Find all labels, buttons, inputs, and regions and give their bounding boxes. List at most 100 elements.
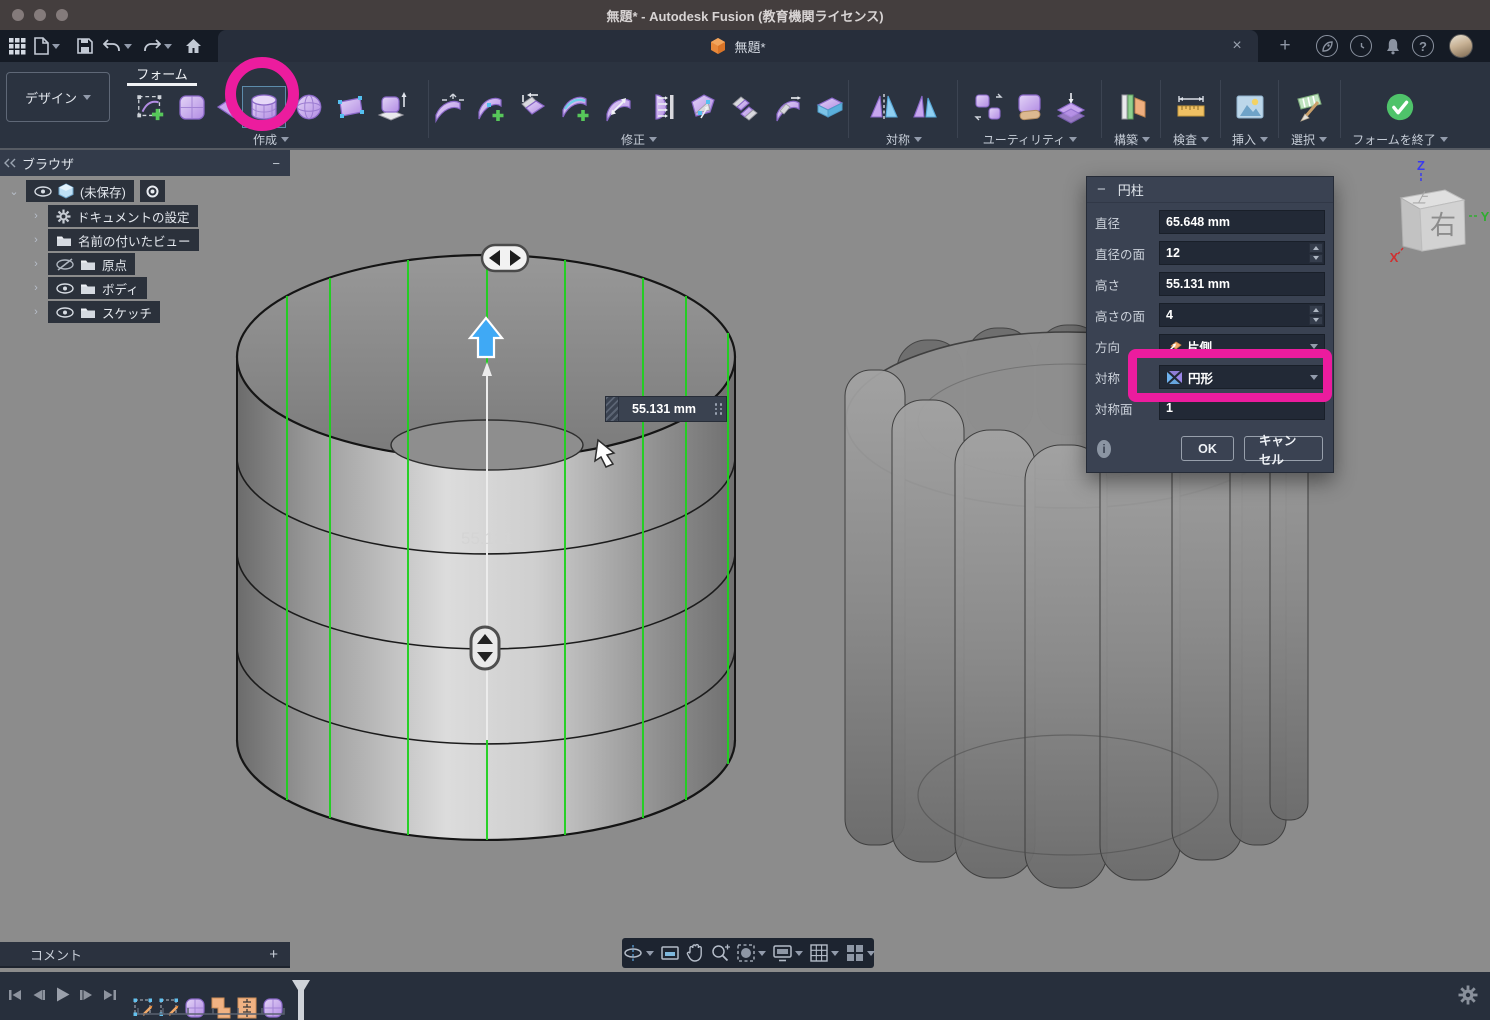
diameter-input[interactable]: 65.648 mm: [1159, 210, 1325, 234]
timeline-play-button[interactable]: [54, 986, 71, 1003]
browser-root-row[interactable]: ⌄ (未保存): [8, 180, 165, 202]
spinner-up-button[interactable]: [1309, 243, 1323, 253]
insert-image-button[interactable]: [1232, 89, 1268, 125]
info-icon[interactable]: i: [1097, 440, 1111, 458]
document-tab[interactable]: 無題* ×: [218, 30, 1258, 62]
avatar[interactable]: [1449, 34, 1473, 58]
measure-button[interactable]: [1173, 89, 1209, 125]
pan-button[interactable]: [684, 943, 706, 963]
eye-icon[interactable]: [56, 283, 74, 294]
fit-view-button[interactable]: [734, 943, 768, 963]
circular-duplicate-button[interactable]: [907, 89, 943, 125]
ok-button[interactable]: OK: [1181, 436, 1234, 461]
save-button[interactable]: [72, 34, 98, 58]
dimension-value[interactable]: 55.131 mm: [619, 402, 709, 416]
browser-item-sketches[interactable]: › スケッチ: [30, 301, 160, 323]
expand-caret-icon[interactable]: ›: [30, 210, 42, 222]
expand-caret-icon[interactable]: ⌄: [8, 185, 20, 198]
paint-select-button[interactable]: [1291, 89, 1327, 125]
drag-handle-icon[interactable]: [606, 397, 619, 421]
display-settings-button[interactable]: [770, 944, 805, 963]
unweld-edges-button[interactable]: [728, 89, 764, 125]
cylinder-model[interactable]: 55.131: [237, 245, 735, 840]
select-menu[interactable]: 選択: [1280, 131, 1338, 148]
zoom-button[interactable]: [708, 943, 732, 963]
interpolate-button[interactable]: [1053, 89, 1089, 125]
weld-vertices-button[interactable]: [685, 89, 721, 125]
height-faces-input[interactable]: 4: [1159, 303, 1325, 327]
expand-caret-icon[interactable]: ›: [30, 234, 42, 246]
expand-caret-icon[interactable]: ›: [30, 282, 42, 294]
timeline-position-marker[interactable]: [290, 980, 312, 1020]
viewports-button[interactable]: [843, 943, 877, 963]
insert-menu[interactable]: 挿入: [1222, 131, 1278, 148]
activate-radio-icon[interactable]: [146, 185, 159, 198]
create-sketch-button[interactable]: [133, 89, 169, 125]
convert-button[interactable]: [971, 89, 1007, 125]
insert-edge-button[interactable]: [558, 89, 594, 125]
symmetry-menu[interactable]: 対称: [852, 131, 956, 148]
viewcube[interactable]: Z 上 右 Y X: [1385, 156, 1490, 264]
browser-minimize-button[interactable]: −: [272, 156, 280, 171]
design-workspace-menu[interactable]: デザイン: [6, 72, 110, 122]
construct-plane-button[interactable]: [1114, 89, 1150, 125]
expand-caret-icon[interactable]: ›: [30, 306, 42, 318]
comments-bar[interactable]: コメント +: [0, 942, 290, 968]
app-grid-button[interactable]: [4, 34, 30, 58]
utilities-menu[interactable]: ユーティリティ: [960, 131, 1100, 148]
job-status-button[interactable]: [1350, 35, 1372, 57]
browser-item-bodies[interactable]: › ボディ: [30, 277, 147, 299]
spinner-down-button[interactable]: [1309, 254, 1323, 264]
expand-caret-icon[interactable]: ›: [30, 258, 42, 270]
timeline-step-back-button[interactable]: [31, 988, 45, 1002]
thicken-button[interactable]: [813, 89, 849, 125]
collapse-panel-icon[interactable]: [4, 158, 16, 168]
slide-edge-button[interactable]: [600, 89, 636, 125]
insert-point-button[interactable]: [473, 89, 509, 125]
create-menu[interactable]: 作成: [118, 131, 424, 148]
inspect-menu[interactable]: 検査: [1162, 131, 1220, 148]
settings-gear-button[interactable]: [1458, 985, 1478, 1005]
orbit-button[interactable]: [620, 943, 656, 963]
modify-menu[interactable]: 修正: [430, 131, 848, 148]
cancel-button[interactable]: キャンセル: [1244, 436, 1323, 461]
crease-button[interactable]: [643, 89, 679, 125]
add-comment-button[interactable]: +: [269, 946, 278, 963]
dimension-input-box[interactable]: 55.131 mm: [605, 396, 727, 422]
overflow-dots-icon[interactable]: [709, 403, 723, 415]
redo-button[interactable]: [140, 34, 174, 58]
eye-icon[interactable]: [34, 186, 52, 197]
spinner-up-button[interactable]: [1309, 305, 1323, 315]
browser-item-origin[interactable]: › 原点: [30, 253, 135, 275]
extensions-button[interactable]: [1316, 35, 1338, 57]
spinner-down-button[interactable]: [1309, 316, 1323, 326]
browser-item-named-views[interactable]: › 名前の付いたビュー: [30, 229, 199, 251]
grid-settings-button[interactable]: [807, 943, 841, 963]
form-context-tab[interactable]: フォーム: [118, 64, 206, 83]
edit-form-button[interactable]: [430, 89, 466, 125]
create-extrude-button[interactable]: [373, 89, 409, 125]
bevel-edge-button[interactable]: [770, 89, 806, 125]
undo-button[interactable]: [100, 34, 134, 58]
mirror-duplicate-button[interactable]: [866, 89, 902, 125]
merge-edge-button[interactable]: [515, 89, 551, 125]
eye-off-icon[interactable]: [56, 258, 74, 271]
new-tab-button[interactable]: +: [1272, 34, 1298, 58]
timeline-go-start-button[interactable]: [8, 988, 22, 1002]
look-at-button[interactable]: [658, 944, 682, 962]
create-plane-button[interactable]: [332, 89, 368, 125]
close-tab-button[interactable]: ×: [1226, 35, 1248, 57]
browser-item-document-settings[interactable]: › ドキュメントの設定: [30, 205, 198, 227]
help-button[interactable]: ?: [1412, 35, 1434, 57]
dialog-collapse-button[interactable]: −: [1097, 181, 1106, 198]
diameter-manipulator[interactable]: [482, 245, 528, 271]
height-faces-manipulator[interactable]: [471, 627, 499, 669]
construct-menu[interactable]: 構築: [1104, 131, 1160, 148]
file-menu-button[interactable]: [34, 34, 60, 58]
notifications-button[interactable]: [1380, 34, 1406, 58]
repair-body-button[interactable]: [1012, 89, 1048, 125]
height-input[interactable]: 55.131 mm: [1159, 272, 1325, 296]
timeline-go-end-button[interactable]: [103, 988, 117, 1002]
timeline-step-forward-button[interactable]: [80, 988, 94, 1002]
finish-form-button[interactable]: [1382, 89, 1418, 125]
